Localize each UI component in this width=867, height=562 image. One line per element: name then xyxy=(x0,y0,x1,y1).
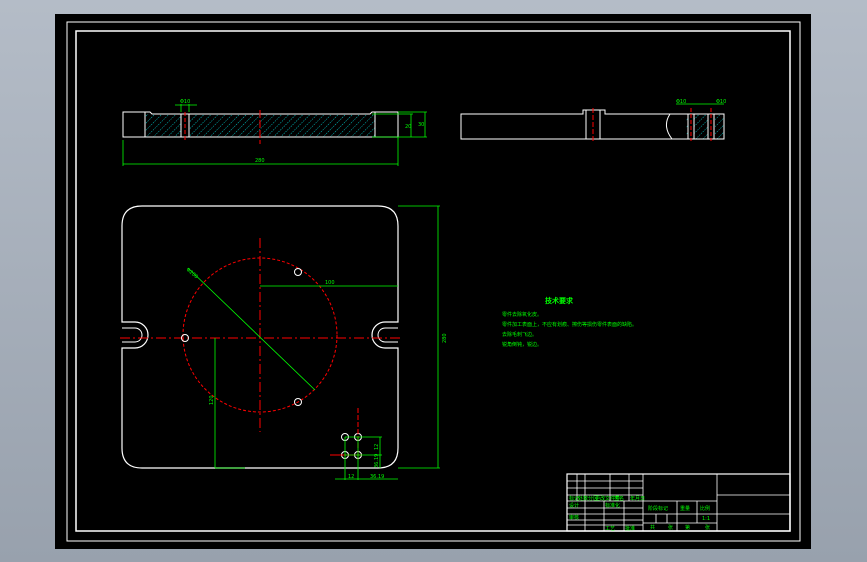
tb-sign: 签名 xyxy=(614,495,624,502)
dim-pitch-h2: 36.19 xyxy=(370,474,384,480)
tb-weight: 重量 xyxy=(680,505,690,512)
dim-hole-dia: Φ10 xyxy=(180,99,190,105)
dim-side-hole1: Φ10 xyxy=(676,99,686,105)
dim-length: 280 xyxy=(255,158,265,164)
tb-scale-value: 1:1 xyxy=(702,516,710,522)
tb-total: 共 xyxy=(650,524,655,531)
tb-stage: 阶段标记 xyxy=(648,505,668,512)
title-block-text: 标记 处数 分区 更改文件号 签名 年月日 设计 标准化 阶段标记 重量 比例 … xyxy=(569,495,710,532)
tb-standard: 标准化 xyxy=(605,502,620,509)
dim-circle-dia: Φ200 xyxy=(185,267,199,280)
dim-plate-height: 280 xyxy=(442,333,448,343)
tb-process: 工艺 xyxy=(605,526,615,532)
tb-review: 审核 xyxy=(569,514,579,521)
tech-item: 零件加工表面上，不应有划痕、擦伤等损伤零件表面的缺陷。 xyxy=(502,321,637,328)
side-view: Φ10 Φ10 xyxy=(460,99,726,141)
tech-title: 技术要求 xyxy=(545,296,574,305)
tech-requirements: 技术要求 零件去除氧化皮。 零件加工表面上，不应有划痕、擦伤等损伤零件表面的缺陷… xyxy=(502,296,637,348)
inner-border xyxy=(75,30,791,532)
dim-pitch-v2: 36.19 xyxy=(374,454,380,468)
dim-pitch-h1: 12 xyxy=(348,474,354,480)
tech-item: 零件去除氧化皮。 xyxy=(502,311,542,318)
dim-pitch-v1: 12 xyxy=(374,444,380,450)
tb-no: 第 xyxy=(685,524,690,531)
dim-side-hole2: Φ10 xyxy=(716,99,726,105)
tb-scale: 比例 xyxy=(700,505,710,512)
tb-date: 年月日 xyxy=(630,495,645,502)
dim-offset-y: 120 xyxy=(209,395,215,405)
cad-drawing: 280 20 30 Φ10 Φ10 Φ10 Φ200 100 120 280 1… xyxy=(66,21,801,542)
tech-item: 去除毛刺飞边。 xyxy=(502,331,537,338)
title-block xyxy=(566,473,791,532)
tb-sheet: 张 xyxy=(705,524,710,531)
section-view: 280 20 30 Φ10 xyxy=(122,99,427,166)
plan-view: Φ200 100 120 280 12 36.19 12 36.19 xyxy=(120,205,448,480)
dim-offset-x: 100 xyxy=(325,280,335,286)
outer-border xyxy=(66,21,801,542)
dim-thk1: 20 xyxy=(405,124,411,130)
tb-approve: 批准 xyxy=(625,525,635,532)
tech-item: 锐角倒钝，锐边。 xyxy=(502,341,542,348)
tb-count: 处数 xyxy=(578,495,588,502)
tb-design: 设计 xyxy=(569,502,579,509)
dim-thk2: 30 xyxy=(418,122,424,128)
tb-sheets: 张 xyxy=(668,524,673,531)
